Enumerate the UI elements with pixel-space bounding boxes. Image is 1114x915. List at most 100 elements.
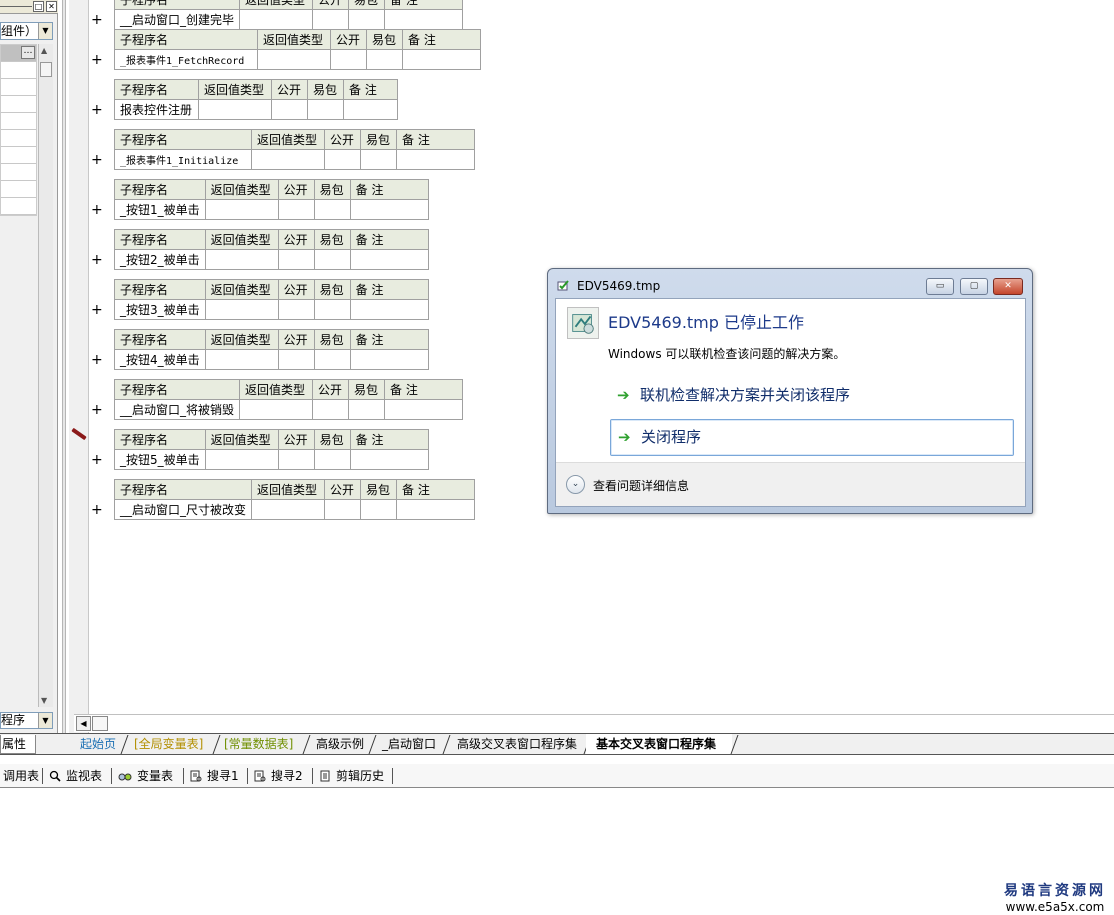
search1-button[interactable]: 搜寻1 (190, 766, 239, 786)
close-program-option[interactable]: ➔ 关闭程序 (610, 419, 1014, 456)
table-cell[interactable] (313, 449, 351, 470)
scroll-down-icon[interactable]: ▼ (41, 696, 47, 705)
property-row[interactable] (1, 79, 36, 96)
table-cell[interactable] (343, 99, 398, 120)
property-row[interactable] (1, 113, 36, 130)
expand-toggle-icon[interactable]: + (91, 13, 103, 27)
table-cell[interactable] (239, 9, 314, 30)
table-cell[interactable] (312, 9, 350, 30)
subroutine-name-cell[interactable]: _按钮5_被单击 (114, 449, 206, 470)
property-row[interactable] (1, 198, 36, 215)
table-cell[interactable] (360, 499, 398, 520)
table-cell[interactable] (313, 299, 351, 320)
expand-toggle-icon[interactable]: + (91, 103, 103, 117)
expand-toggle-icon[interactable]: + (91, 453, 103, 467)
minimize-button[interactable]: ▭ (926, 278, 954, 295)
property-row[interactable] (1, 96, 36, 113)
expand-toggle-icon[interactable]: + (91, 153, 103, 167)
table-cell[interactable] (277, 299, 315, 320)
table-cell[interactable] (384, 9, 464, 30)
property-row[interactable] (1, 164, 36, 181)
table-cell[interactable] (349, 299, 429, 320)
table-cell[interactable] (277, 249, 315, 270)
table-cell[interactable] (324, 149, 361, 170)
table-cell[interactable] (239, 399, 314, 420)
call-table-button[interactable]: 调用表 (3, 766, 39, 786)
subroutine-name-cell[interactable]: _报表事件1_Initialize (114, 149, 252, 170)
splitter[interactable] (62, 0, 66, 735)
table-cell[interactable] (349, 199, 429, 220)
panel-close-button[interactable]: ✕ (46, 1, 57, 12)
expand-toggle-icon[interactable]: + (91, 403, 103, 417)
table-cell[interactable] (277, 349, 315, 370)
table-cell[interactable] (384, 399, 464, 420)
scroll-thumb[interactable] (40, 62, 52, 77)
expand-toggle-icon[interactable]: + (91, 353, 103, 367)
clip-history-button[interactable]: 剪辑历史 (319, 766, 384, 786)
subroutine-name-cell[interactable]: _报表事件1_FetchRecord (114, 49, 258, 70)
expand-toggle-icon[interactable]: + (91, 253, 103, 267)
expand-toggle-icon[interactable]: + (91, 503, 103, 517)
property-row[interactable] (1, 62, 36, 79)
table-cell[interactable] (324, 499, 362, 520)
table-cell[interactable] (204, 449, 279, 470)
code-hscrollbar[interactable]: ◀ (74, 714, 1114, 732)
table-cell[interactable] (251, 499, 326, 520)
table-cell[interactable] (313, 249, 351, 270)
scroll-up-icon[interactable]: ▲ (41, 46, 47, 55)
check-online-option[interactable]: ➔ 联机检查解决方案并关闭该程序 (610, 378, 1014, 415)
table-cell[interactable] (366, 49, 403, 70)
tab-advanced-crosstab[interactable]: 高级交叉表窗口程序集 (447, 734, 587, 754)
property-scrollbar[interactable]: ▲ ▼ (38, 44, 53, 707)
table-cell[interactable] (271, 99, 308, 120)
details-label[interactable]: 查看问题详细信息 (593, 477, 689, 494)
tab-advanced-example[interactable]: 高级示例 (306, 734, 376, 754)
tab-basic-crosstab[interactable]: 基本交叉表窗口程序集 (586, 734, 732, 754)
chevron-down-icon[interactable]: ▼ (38, 713, 52, 728)
expand-toggle-icon[interactable]: + (91, 303, 103, 317)
table-cell[interactable] (277, 449, 315, 470)
table-cell[interactable] (277, 199, 315, 220)
subroutine-name-cell[interactable]: __启动窗口_创建完毕 (113, 9, 241, 30)
expand-toggle-icon[interactable]: + (91, 53, 103, 67)
dialog-titlebar[interactable]: EDV5469.tmp ▭ ▢ ✕ (548, 269, 1032, 297)
program-select[interactable]: 程序 ▼ (0, 712, 53, 729)
table-cell[interactable] (257, 49, 331, 70)
table-cell[interactable] (251, 149, 325, 170)
table-cell[interactable] (402, 49, 481, 70)
component-select[interactable]: 组件） ▼ (0, 22, 53, 40)
table-cell[interactable] (204, 299, 279, 320)
table-cell[interactable] (204, 199, 279, 220)
tab-global-vars[interactable]: [全局变量表] (124, 734, 216, 754)
table-cell[interactable] (312, 399, 350, 420)
subroutine-name-cell[interactable]: _按钮3_被单击 (114, 299, 206, 320)
watch-table-button[interactable]: 监视表 (49, 766, 102, 786)
table-cell[interactable] (307, 99, 344, 120)
close-button[interactable]: ✕ (993, 278, 1023, 295)
chevron-down-icon[interactable]: ▼ (38, 23, 52, 39)
table-cell[interactable] (313, 199, 351, 220)
table-cell[interactable] (360, 149, 397, 170)
table-cell[interactable] (348, 399, 386, 420)
table-cell[interactable] (349, 349, 429, 370)
tab-properties[interactable]: 属性 (0, 735, 36, 754)
table-cell[interactable] (198, 99, 272, 120)
subroutine-name-cell[interactable]: 报表控件注册 (114, 99, 199, 120)
subroutine-name-cell[interactable]: __启动窗口_尺寸被改变 (113, 499, 253, 520)
table-cell[interactable] (313, 349, 351, 370)
property-row[interactable]: … (1, 45, 36, 62)
subroutine-name-cell[interactable]: _按钮4_被单击 (114, 349, 206, 370)
subroutine-name-cell[interactable]: _按钮2_被单击 (114, 249, 206, 270)
maximize-button[interactable]: ▢ (960, 278, 988, 295)
panel-restore-button[interactable]: □ (33, 1, 44, 12)
table-cell[interactable] (349, 449, 429, 470)
subroutine-name-cell[interactable]: __启动窗口_将被销毁 (113, 399, 241, 420)
table-cell[interactable] (204, 349, 279, 370)
table-cell[interactable] (348, 9, 386, 30)
tab-constants[interactable]: [常量数据表] (214, 734, 306, 754)
scroll-thumb[interactable] (92, 716, 108, 731)
ellipsis-button[interactable]: … (21, 46, 35, 59)
table-cell[interactable] (349, 249, 429, 270)
expand-toggle-icon[interactable]: + (91, 203, 103, 217)
property-row[interactable] (1, 130, 36, 147)
